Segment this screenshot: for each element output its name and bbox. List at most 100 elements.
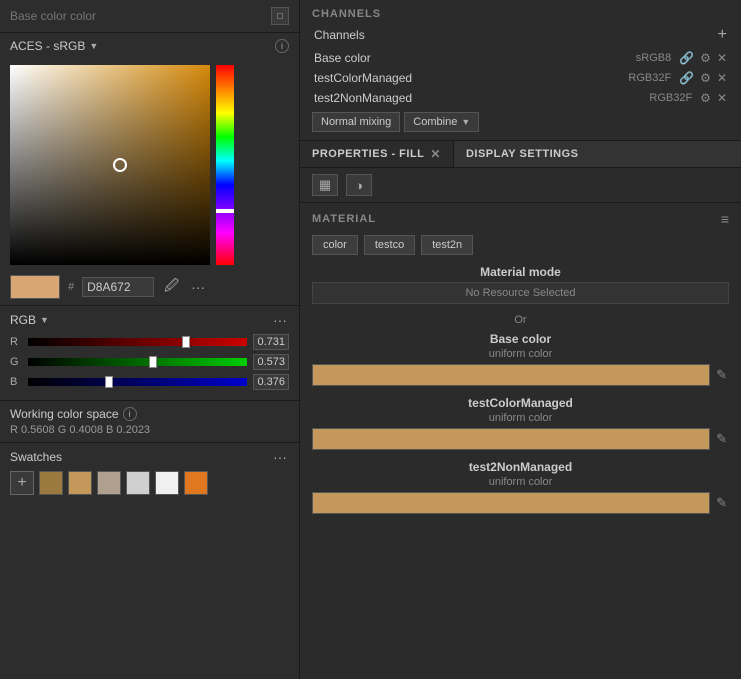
material-test-color-managed-title: testColorManaged bbox=[312, 396, 729, 410]
material-test2-non-managed-swatch-row: ✎ bbox=[312, 492, 729, 514]
color-space-select[interactable]: ACES - sRGB ▼ bbox=[10, 39, 98, 53]
swatch-2[interactable] bbox=[68, 471, 92, 495]
test-color-managed-edit-icon[interactable]: ✎ bbox=[714, 431, 729, 447]
base-color-type: sRGB8 bbox=[636, 52, 671, 64]
more-options-button[interactable]: ··· bbox=[189, 279, 207, 295]
base-color-material-swatch[interactable] bbox=[312, 364, 710, 386]
test2-non-managed-name: test2NonManaged bbox=[314, 91, 649, 105]
props-header: PROPERTIES - FILL ✕ DISPLAY SETTINGS bbox=[300, 141, 741, 168]
channels-section: CHANNELS Channels + Base color sRGB8 🔗 ⚙… bbox=[300, 0, 741, 141]
material-base-color-swatch-row: ✎ bbox=[312, 364, 729, 386]
test-color-managed-name: testColorManaged bbox=[314, 71, 628, 85]
swatch-1[interactable] bbox=[39, 471, 63, 495]
channel-item-test2-non-managed: test2NonManaged RGB32F ⚙ ✕ bbox=[312, 88, 729, 108]
material-base-color-subtitle: uniform color bbox=[312, 348, 729, 360]
swatch-4[interactable] bbox=[126, 471, 150, 495]
hex-label: # bbox=[68, 281, 74, 293]
rgb-chevron-icon: ▼ bbox=[40, 315, 49, 325]
properties-fill-tab[interactable]: PROPERTIES - FILL ✕ bbox=[300, 141, 454, 167]
b-thumb bbox=[105, 376, 113, 388]
material-header: MATERIAL ≡ bbox=[312, 211, 729, 227]
test2-non-managed-icons: ⚙ ✕ bbox=[700, 91, 727, 105]
material-test-color-managed-block: testColorManaged uniform color ✎ bbox=[312, 396, 729, 450]
base-color-edit-icon[interactable]: ✎ bbox=[714, 367, 729, 383]
color-space-label: ACES - sRGB bbox=[10, 39, 85, 53]
material-test2-non-managed-subtitle: uniform color bbox=[312, 476, 729, 488]
b-label: B bbox=[10, 376, 22, 388]
channel-b-row: B bbox=[10, 374, 289, 390]
channel-item-test-color-managed: testColorManaged RGB32F 🔗 ⚙ ✕ bbox=[312, 68, 729, 88]
base-color-settings-icon[interactable]: ⚙ bbox=[700, 51, 711, 65]
fill-type-icon-2[interactable]: ◑ bbox=[346, 174, 372, 196]
material-menu-button[interactable]: ≡ bbox=[721, 211, 729, 227]
color-value-row: # 🖉 ··· bbox=[0, 271, 299, 305]
r-value-input[interactable] bbox=[253, 334, 289, 350]
swatch-5[interactable] bbox=[155, 471, 179, 495]
hue-thumb bbox=[216, 209, 234, 213]
material-section: MATERIAL ≡ color testco test2n Material … bbox=[300, 203, 741, 679]
swatches-header: Swatches ··· bbox=[10, 449, 289, 465]
display-settings-tab[interactable]: DISPLAY SETTINGS bbox=[454, 142, 591, 166]
properties-section: PROPERTIES - FILL ✕ DISPLAY SETTINGS ▦ ◑… bbox=[300, 141, 741, 679]
combine-dropdown[interactable]: Combine ▼ bbox=[404, 112, 479, 132]
channels-title: CHANNELS bbox=[312, 8, 729, 20]
hue-slider[interactable] bbox=[216, 65, 234, 265]
material-mode-label: Material mode bbox=[312, 265, 729, 279]
test-color-managed-settings-icon[interactable]: ⚙ bbox=[700, 71, 711, 85]
test-color-managed-close-icon[interactable]: ✕ bbox=[717, 71, 727, 85]
chevron-down-icon: ▼ bbox=[89, 41, 98, 51]
swatches-section: Swatches ··· + bbox=[0, 442, 299, 501]
chip-testco[interactable]: testco bbox=[364, 235, 415, 255]
saturation-value-picker[interactable] bbox=[10, 65, 210, 265]
or-divider: Or bbox=[312, 314, 729, 326]
rgb-section: RGB ▼ ··· R G bbox=[0, 305, 299, 400]
properties-fill-close-icon[interactable]: ✕ bbox=[430, 147, 441, 161]
test2-non-managed-edit-icon[interactable]: ✎ bbox=[714, 495, 729, 511]
material-mode-value: No Resource Selected bbox=[312, 282, 729, 304]
b-slider[interactable] bbox=[28, 376, 247, 388]
material-test2-non-managed-block: test2NonManaged uniform color ✎ bbox=[312, 460, 729, 514]
normal-mixing-button[interactable]: Normal mixing bbox=[312, 112, 400, 132]
r-slider[interactable] bbox=[28, 336, 247, 348]
chip-color[interactable]: color bbox=[312, 235, 358, 255]
add-channel-button[interactable]: + bbox=[718, 26, 727, 44]
swatch-3[interactable] bbox=[97, 471, 121, 495]
g-value-input[interactable] bbox=[253, 354, 289, 370]
properties-fill-label: PROPERTIES - FILL bbox=[312, 148, 424, 160]
rgb-label: RGB ▼ bbox=[10, 313, 49, 327]
current-color-swatch[interactable] bbox=[10, 275, 60, 299]
display-settings-label: DISPLAY SETTINGS bbox=[466, 148, 579, 160]
hex-input[interactable] bbox=[82, 277, 154, 297]
test-color-managed-link-icon[interactable]: 🔗 bbox=[679, 71, 694, 85]
channel-item-base-color: Base color sRGB8 🔗 ⚙ ✕ bbox=[312, 48, 729, 68]
swatches-more-button[interactable]: ··· bbox=[271, 449, 289, 465]
add-swatch-button[interactable]: + bbox=[10, 471, 34, 495]
b-value-input[interactable] bbox=[253, 374, 289, 390]
swatch-6[interactable] bbox=[184, 471, 208, 495]
wcs-info-icon[interactable]: i bbox=[123, 407, 137, 421]
test2-non-managed-close-icon[interactable]: ✕ bbox=[717, 91, 727, 105]
test-color-managed-material-swatch[interactable] bbox=[312, 428, 710, 450]
test2-non-managed-settings-icon[interactable]: ⚙ bbox=[700, 91, 711, 105]
material-test-color-managed-subtitle: uniform color bbox=[312, 412, 729, 424]
base-color-link-icon[interactable]: 🔗 bbox=[679, 51, 694, 65]
material-base-color-title: Base color bbox=[312, 332, 729, 346]
fill-type-icon-1[interactable]: ▦ bbox=[312, 174, 338, 196]
eyedropper-button[interactable]: 🖉 bbox=[162, 275, 181, 299]
chip-test2n[interactable]: test2n bbox=[421, 235, 473, 255]
color-picker-area bbox=[0, 59, 299, 271]
info-icon[interactable]: i bbox=[275, 39, 289, 53]
combine-chevron-icon: ▼ bbox=[461, 117, 470, 127]
expand-button[interactable]: □ bbox=[271, 7, 289, 25]
g-slider[interactable] bbox=[28, 356, 247, 368]
props-icons-row: ▦ ◑ bbox=[300, 168, 741, 203]
title-input[interactable] bbox=[10, 9, 271, 23]
base-color-close-icon[interactable]: ✕ bbox=[717, 51, 727, 65]
rgb-text: RGB bbox=[10, 313, 36, 327]
rgb-more-button[interactable]: ··· bbox=[271, 312, 289, 328]
r-thumb bbox=[182, 336, 190, 348]
material-chips: color testco test2n bbox=[312, 235, 729, 255]
test2-non-managed-material-swatch[interactable] bbox=[312, 492, 710, 514]
material-base-color-block: Base color uniform color ✎ bbox=[312, 332, 729, 386]
base-color-channel-name: Base color bbox=[314, 51, 636, 65]
